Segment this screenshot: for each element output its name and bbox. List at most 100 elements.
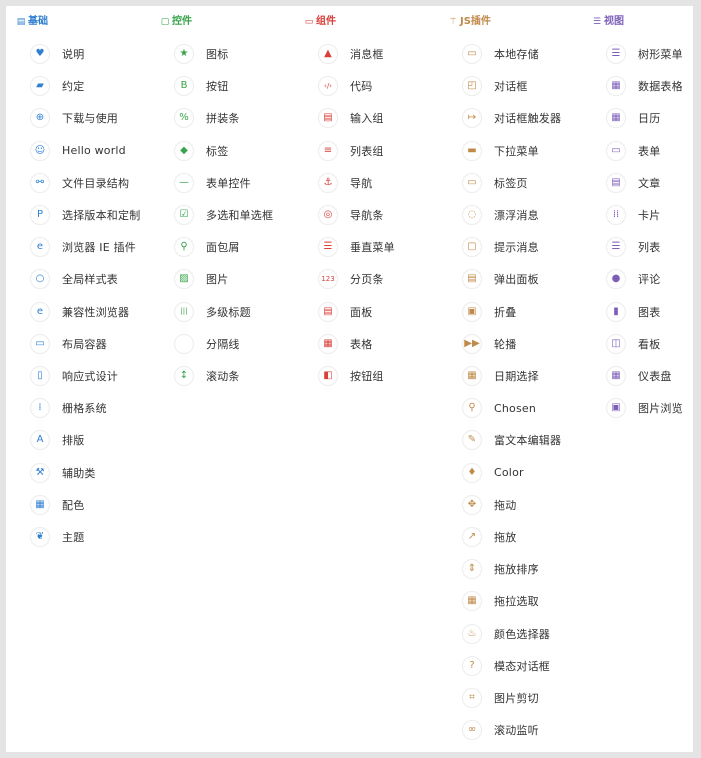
nav-item[interactable]: ? 模态对话框 xyxy=(462,653,550,679)
compass-icon: ◎ xyxy=(318,205,338,225)
nav-item[interactable]: ▭ 标签页 xyxy=(462,170,528,196)
nav-item[interactable]: ⁞ 栅格系统 xyxy=(30,395,107,421)
nav-item-label: 树形菜单 xyxy=(638,48,683,61)
nav-item[interactable]: ⊕ 下载与使用 xyxy=(30,105,118,131)
collapse-icon: ▣ xyxy=(462,301,482,322)
nav-item[interactable]: ☑ 多选和单选框 xyxy=(174,202,273,228)
nav-item[interactable]: ▤ 面板 xyxy=(318,299,372,325)
nav-item[interactable]: e 浏览器 IE 插件 xyxy=(30,234,136,260)
nav-item[interactable]: ♦ Color xyxy=(462,460,524,486)
nav-item[interactable]: ▭ 布局容器 xyxy=(30,331,107,357)
nav-item[interactable]: ▣ 图片浏览 xyxy=(606,395,683,421)
image-icon: ▣ xyxy=(606,398,626,419)
nav-item[interactable]: ≡ 列表组 xyxy=(318,138,384,164)
nav-item[interactable]: ▭ 表单 xyxy=(606,138,660,164)
list-icon: ☰ xyxy=(606,237,626,258)
nav-item[interactable]: ❦ 主题 xyxy=(30,524,84,550)
nav-item[interactable]: ⚲ Chosen xyxy=(462,395,536,421)
nav-item-label: 按钮 xyxy=(206,80,229,94)
nav-item[interactable]: ▰ 约定 xyxy=(30,73,84,99)
nav-item[interactable]: ▯ 响应式设计 xyxy=(30,363,118,389)
nav-item[interactable]: ‹/› 代码 xyxy=(318,73,372,99)
nav-item[interactable]: ◌ 漂浮消息 xyxy=(462,202,539,228)
list-icon: ☰ xyxy=(606,44,626,64)
nav-item[interactable]: ◫ 看板 xyxy=(606,331,660,357)
nav-item[interactable]: P 选择版本和定制 xyxy=(30,202,140,228)
nav-item[interactable]: ⇕ 拖放排序 xyxy=(462,556,539,582)
nav-item[interactable]: ● 评论 xyxy=(606,266,660,292)
nav-item[interactable]: ✎ 富文本编辑器 xyxy=(462,427,561,453)
nav-item[interactable]: ↗ 拖放 xyxy=(462,524,516,550)
nav-item[interactable]: ▣ 折叠 xyxy=(462,299,516,325)
column-heading-controls[interactable]: ▢ 控件 xyxy=(160,14,192,30)
nav-item-label: 弹出面板 xyxy=(494,273,539,287)
nav-item[interactable]: ⚲ 面包屑 xyxy=(174,234,240,260)
nav-item[interactable]: ▤ 弹出面板 xyxy=(462,266,539,292)
nav-item[interactable]: ▲ 消息框 xyxy=(318,41,384,67)
nav-item[interactable]: ▤ 文章 xyxy=(606,170,660,196)
nav-item[interactable]: ▦ 数据表格 xyxy=(606,73,683,99)
nav-item[interactable]: ◰ 对话框 xyxy=(462,73,528,99)
nav-item[interactable]: 123 分页条 xyxy=(318,266,384,292)
nav-item-label: 图表 xyxy=(638,305,661,319)
nav-item[interactable]: ◆ 标签 xyxy=(174,138,228,164)
nav-item[interactable]: ▨ 图片 xyxy=(174,266,228,292)
tags-icon: ◆ xyxy=(174,140,194,161)
list-ul-icon: ☰ xyxy=(318,237,338,258)
nav-item-label: 下载与使用 xyxy=(62,112,118,126)
column-heading-views[interactable]: ☰ 视图 xyxy=(592,14,624,30)
nav-item[interactable]: ▦ 日历 xyxy=(606,105,660,131)
nav-item[interactable]: — 表单控件 xyxy=(174,170,251,196)
nav-item[interactable]: ◎ 导航条 xyxy=(318,202,384,228)
wrench-icon: ⚒ xyxy=(30,462,50,483)
nav-item[interactable]: ▦ 仪表盘 xyxy=(606,363,672,389)
nav-item-label: 分页条 xyxy=(350,273,384,287)
nav-item[interactable]: ⚓ 导航 xyxy=(318,170,372,196)
nav-item-label: 滚动条 xyxy=(206,370,240,383)
nav-item[interactable]: ▤ 输入组 xyxy=(318,105,384,131)
nav-item[interactable]: ☰ 列表 xyxy=(606,234,660,260)
nav-item[interactable]: ▶▶ 轮播 xyxy=(462,331,516,357)
nav-item[interactable]: ♨ 颜色选择器 xyxy=(462,621,550,647)
column-heading-js_plugins[interactable]: ⚚ JS插件 xyxy=(448,14,491,30)
nav-item[interactable]: ☺ Hello world xyxy=(30,138,126,164)
nav-item[interactable]: ⌗ 图片剪切 xyxy=(462,685,539,711)
nav-item[interactable]: ||| 多级标题 xyxy=(174,299,251,325)
nav-item[interactable]: ★ 图标 xyxy=(174,41,228,67)
bar-chart-icon: ▮ xyxy=(606,301,626,322)
nav-item[interactable]: ☰ 树形菜单 xyxy=(606,41,683,67)
nav-item[interactable]: % 拼装条 xyxy=(174,105,240,131)
nav-item-label: Hello world xyxy=(62,144,126,158)
nav-item[interactable]: e 兼容性浏览器 xyxy=(30,299,129,325)
anchor-icon: ⚓ xyxy=(318,172,338,193)
nav-item[interactable]: ↕ 滚动条 xyxy=(174,363,240,389)
nav-item[interactable]: ∞ 滚动监听 xyxy=(462,717,539,743)
nav-item-label: 卡片 xyxy=(638,209,661,222)
column-heading-basics[interactable]: ▤ 基础 xyxy=(16,14,48,30)
nav-item[interactable]: ▭ 本地存储 xyxy=(462,41,539,67)
nav-item-label: 拖拉选取 xyxy=(494,595,539,609)
nav-item[interactable]: 分隔线 xyxy=(174,331,240,357)
nav-item[interactable]: ▦ 配色 xyxy=(30,492,84,518)
nav-item[interactable]: ⁞⁞ 卡片 xyxy=(606,202,660,228)
nav-item[interactable]: ✥ 拖动 xyxy=(462,492,516,518)
nav-item[interactable]: ▮ 图表 xyxy=(606,299,660,325)
nav-item[interactable]: ⚯ 文件目录结构 xyxy=(30,170,129,196)
nav-item[interactable]: ▢ 提示消息 xyxy=(462,234,539,260)
column-heading-components[interactable]: ▭ 组件 xyxy=(304,14,336,30)
nav-item[interactable]: ▬ 下拉菜单 xyxy=(462,138,539,164)
nav-item[interactable]: ○ 全局样式表 xyxy=(30,266,118,292)
nav-item[interactable]: ♥ 说明 xyxy=(30,41,84,67)
nav-item[interactable]: ☰ 垂直菜单 xyxy=(318,234,395,260)
nav-item[interactable]: A 排版 xyxy=(30,427,84,453)
bold-icon: B xyxy=(174,76,194,97)
nav-item[interactable]: ▦ 拖拉选取 xyxy=(462,588,539,614)
nav-item[interactable]: ▦ 日期选择 xyxy=(462,363,539,389)
nav-item[interactable]: ▦ 表格 xyxy=(318,331,372,357)
nav-item[interactable]: B 按钮 xyxy=(174,73,228,99)
nav-item[interactable]: ↦ 对话框触发器 xyxy=(462,105,561,131)
nav-item[interactable]: ⚒ 辅助类 xyxy=(30,460,96,486)
nav-item-label: 栅格系统 xyxy=(62,402,107,416)
nav-item[interactable]: ◧ 按钮组 xyxy=(318,363,384,389)
nav-item-label: 垂直菜单 xyxy=(350,241,395,255)
